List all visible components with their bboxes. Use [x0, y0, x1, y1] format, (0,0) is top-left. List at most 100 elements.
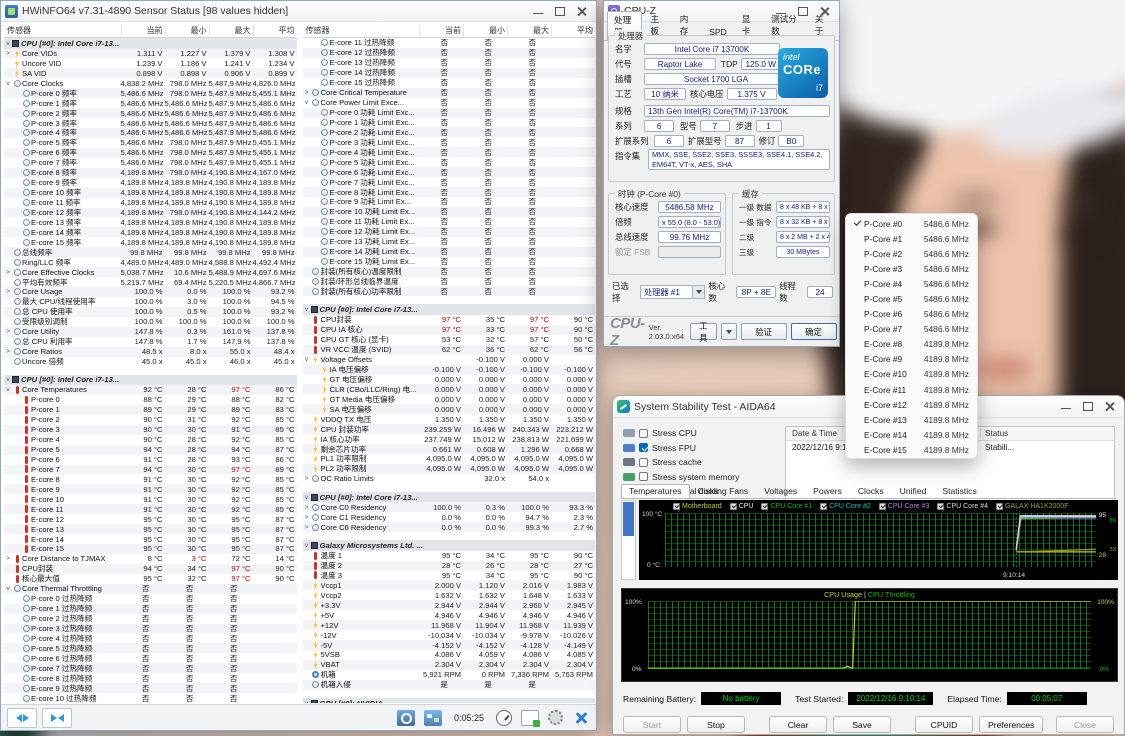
expander-icon[interactable]: > — [4, 554, 12, 563]
sensor-row[interactable]: 温度 395 °C34 °C95 °C90 °C — [303, 571, 596, 581]
sensor-row[interactable]: >Core VIDs1.311 V1.227 V1.379 V1.308 V — [4, 49, 297, 59]
legend-checkbox[interactable] — [820, 503, 827, 510]
sensor-row[interactable]: IA 电压偏移-0.100 V-0.100 V-0.100 V-0.100 V — [303, 365, 596, 375]
collapse-arrow-icon[interactable]: v — [303, 494, 311, 501]
expander-icon[interactable]: v — [303, 98, 311, 107]
sensor-row[interactable]: 受限级别调制100.0 %100.0 %100.0 %100.0 % — [4, 317, 297, 327]
sensor-row[interactable]: 总 CPU 利用率147.8 %1.7 %147.9 %137.8 % — [4, 337, 297, 347]
sensor-row[interactable]: E-core 8 功耗 Limit Exc...否否否 — [303, 187, 596, 197]
sensor-row[interactable]: GT Media 电压偏移0.000 V0.000 V0.000 V0.000 … — [303, 394, 596, 404]
expander-icon[interactable]: > — [4, 268, 12, 277]
chevron-down-icon[interactable] — [692, 286, 704, 298]
collapse-columns-button[interactable] — [42, 708, 72, 728]
column-status[interactable]: Status — [981, 429, 1114, 438]
sensor-row[interactable]: E-core 11 功耗 Limit Ex...否否否 — [303, 217, 596, 227]
column-header[interactable]: 最大 — [209, 25, 253, 36]
legend-item[interactable]: GALAX HA1K2000F — [996, 503, 1068, 510]
stress-option[interactable]: Stress CPU — [623, 426, 785, 441]
sensor-group-header[interactable]: vCPU [#0]: Intel Core i7-13... — [4, 375, 297, 386]
column-header[interactable]: 平均 — [551, 25, 595, 36]
minimize-icon[interactable] — [1060, 401, 1072, 412]
sensor-row[interactable]: P-core 5 频率5,486.6 MHz798.0 MHz5,487.9 M… — [4, 138, 297, 148]
sensor-row[interactable]: 总线频率99.8 MHz99.8 MHz99.8 MHz99.8 MHz — [4, 247, 297, 257]
column-header[interactable]: 最大 — [507, 25, 551, 36]
sensor-row[interactable]: 最大 CPU/线程使用率100.0 %3.0 %100.0 %94.5 % — [4, 297, 297, 307]
sensor-row[interactable]: vVoltage Offsets-0.100 V0.000 V — [303, 355, 596, 365]
validate-button[interactable]: 验证 — [741, 323, 787, 340]
expander-icon[interactable]: > — [303, 474, 311, 483]
sensor-row[interactable]: vCore Temperatures92 °C28 °C97 °C86 °C — [4, 385, 297, 395]
expander-icon[interactable]: > — [303, 523, 311, 532]
sensor-row[interactable]: CPU 封装功率239.259 W16.496 W240.343 W223.21… — [303, 424, 596, 434]
close-sensors-icon[interactable] — [572, 710, 590, 726]
sensor-row[interactable]: E-core 10 功耗 Limit Ex...否否否 — [303, 207, 596, 217]
sensor-row[interactable]: GT 电压偏移0.000 V0.000 V0.000 V0.000 V — [303, 375, 596, 385]
sensor-row[interactable]: E-core 991 °C30 °C92 °C85 °C — [4, 484, 297, 494]
legend-item[interactable]: CPU Core #3 — [879, 503, 930, 510]
legend-checkbox[interactable] — [996, 503, 1003, 510]
tab-clocks[interactable]: Clocks — [850, 484, 892, 498]
sensor-row[interactable]: P-core 7 频率5,486.6 MHz798.0 MHz5,487.9 M… — [4, 158, 297, 168]
clock-icon[interactable] — [496, 710, 512, 726]
sensor-row[interactable]: PL1 功率限制4,095.0 W4,095.0 W4,095.0 W4,095… — [303, 454, 596, 464]
tab-statistics[interactable]: Statistics — [934, 484, 984, 498]
sensor-row[interactable]: >Core Utility147.8 %0.3 %161.0 %137.8 % — [4, 327, 297, 337]
core-menu-item[interactable]: P-Core #65486.6 MHz — [846, 307, 977, 322]
column-header[interactable]: 当前 — [419, 25, 463, 36]
sensor-row[interactable]: PL2 功率限制4,095.0 W4,095.0 W4,095.0 W4,095… — [303, 464, 596, 474]
expander-icon[interactable]: > — [4, 49, 12, 58]
sensor-row[interactable]: 封装(所有核心)温度限制否否否 — [303, 267, 596, 277]
ok-button[interactable]: 确定 — [791, 323, 837, 340]
core-select-dropdown[interactable]: P-Core #05486.6 MHzP-Core #15486.6 MHz P-… — [845, 213, 978, 459]
sensor-row[interactable]: Vccp12.000 V1.120 V2.016 V1.983 V — [303, 580, 596, 590]
sensor-row[interactable]: E-core 11 频率4,189.8 MHz4,189.8 MHz4,190.… — [4, 198, 297, 208]
sensor-group-header[interactable]: vCPU [#0]: Intel Core i7-13... — [303, 304, 596, 315]
sensor-row[interactable]: P-core 5 过热降频否否否 — [4, 643, 297, 653]
sensor-row[interactable]: P-core 088 °C29 °C88 °C82 °C — [4, 395, 297, 405]
expander-icon[interactable]: v — [303, 355, 311, 364]
sensor-row[interactable]: E-core 13 功耗 Limit Ex...否否否 — [303, 237, 596, 247]
sensor-row[interactable]: >Core Effective Clocks5,038.7 MHz10.6 MH… — [4, 267, 297, 277]
tab-voltages[interactable]: Voltages — [756, 484, 805, 498]
sensor-row[interactable]: E-core 1595 °C30 °C95 °C87 °C — [4, 544, 297, 554]
sensor-row[interactable]: 封装/环形总线临界温度否否否 — [303, 277, 596, 287]
core-menu-item[interactable]: P-Core #15486.6 MHz — [846, 231, 977, 246]
legend-item[interactable]: CPU — [730, 503, 754, 510]
core-menu-item[interactable]: P-Core #05486.6 MHz — [846, 216, 977, 231]
maximize-icon[interactable] — [1082, 401, 1094, 412]
core-menu-item[interactable]: E-Core #104189.8 MHz — [846, 367, 977, 382]
sensor-row[interactable]: E-core 12 功耗 Limit Ex...否否否 — [303, 227, 596, 237]
sensor-row[interactable]: E-core 10 过热降频否否否 — [4, 693, 297, 703]
sensor-row[interactable]: E-core 13 频率4,189.8 MHz4,189.8 MHz4,190.… — [4, 217, 297, 227]
chart-scrollbar[interactable] — [621, 500, 636, 580]
legend-item[interactable]: CPU Core #2 — [820, 503, 871, 510]
collapse-arrow-icon[interactable]: v — [4, 40, 12, 47]
save-button[interactable]: Save — [833, 716, 891, 733]
sensor-row[interactable]: P-core 0 功耗 Limit Exc...否否否 — [303, 108, 596, 118]
sensor-row[interactable]: E-core 15 功耗 Limit Ex...否否否 — [303, 257, 596, 267]
sensor-row[interactable]: >Core C0 Residency100.0 %0.3 %100.0 %93.… — [303, 502, 596, 512]
sensor-row[interactable]: 平均有效频率5,219.7 MHz69.4 MHz5,220.5 MHz4,86… — [4, 277, 297, 287]
sensor-row[interactable]: +3.3V2.944 V2.944 V2.960 V2.945 V — [303, 600, 596, 610]
sensor-row[interactable]: 剩余芯片功率0.661 W0.608 W1.296 W0.668 W — [303, 444, 596, 454]
core-menu-item[interactable]: P-Core #75486.6 MHz — [846, 322, 977, 337]
sensor-row[interactable]: P-core 2 功耗 Limit Exc...否否否 — [303, 127, 596, 137]
column-header[interactable]: 传感器 — [4, 25, 121, 36]
expander-icon[interactable]: > — [303, 88, 311, 97]
sensor-row[interactable]: CPU封装94 °C34 °C97 °C90 °C — [4, 564, 297, 574]
sensor-group-header[interactable]: vGPU [#0]: NVIDIA ... — [303, 698, 596, 703]
core-menu-item[interactable]: E-Core #134189.8 MHz — [846, 412, 977, 427]
sensor-row[interactable]: P-core 290 °C31 °C92 °C85 °C — [4, 415, 297, 425]
sensor-row[interactable]: >Core Distance to TJMAX8 °C3 °C72 °C14 °… — [4, 554, 297, 564]
core-menu-item[interactable]: E-Core #154189.8 MHz — [846, 442, 977, 457]
maximize-icon[interactable] — [554, 6, 566, 17]
sensor-row[interactable]: P-core 0 频率5,486.6 MHz798.0 MHz5,487.9 M… — [4, 88, 297, 98]
tab-temperatures[interactable]: Temperatures — [621, 484, 690, 498]
sensor-row[interactable]: P-core 4 功耗 Limit Exc...否否否 — [303, 147, 596, 157]
core-menu-item[interactable]: P-Core #45486.6 MHz — [846, 276, 977, 291]
legend-item[interactable]: Motherboard — [673, 503, 722, 510]
tab-unified[interactable]: Unified — [892, 484, 935, 498]
tools-dropdown-button[interactable] — [721, 323, 737, 340]
legend-checkbox[interactable] — [937, 503, 944, 510]
sensor-row[interactable]: SA VID0.898 V0.898 V0.906 V0.899 V — [4, 68, 297, 78]
